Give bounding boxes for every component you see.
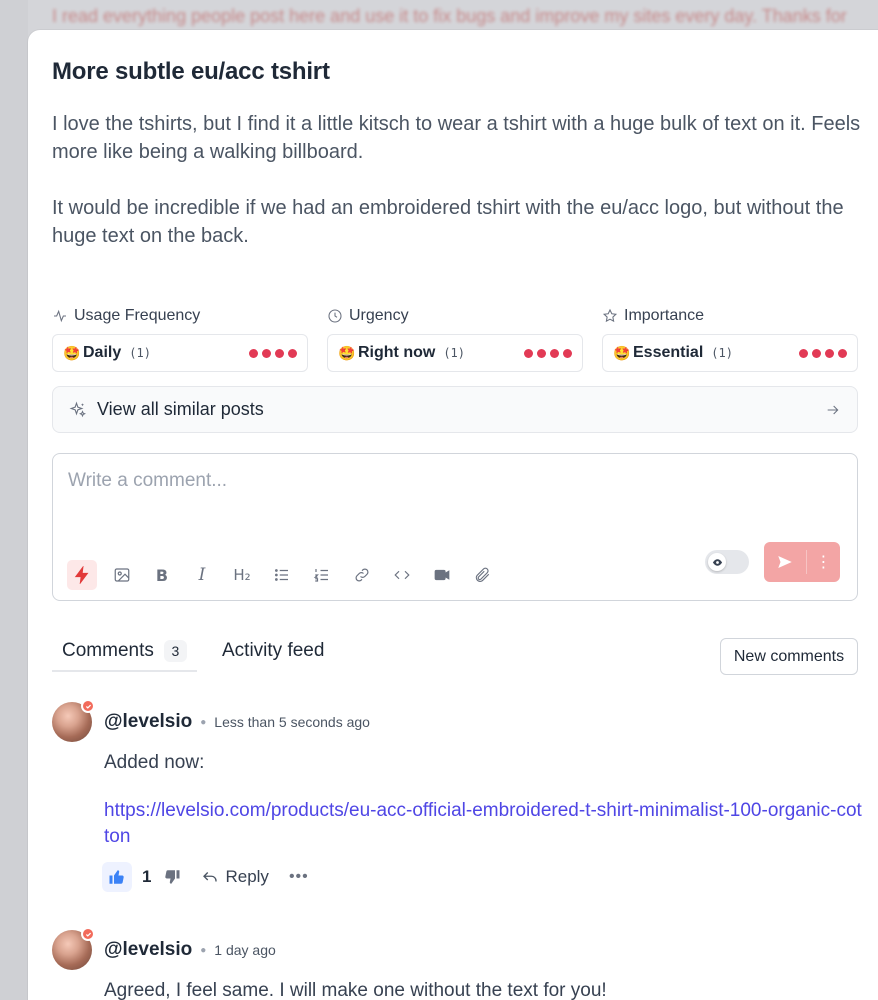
more-vertical-icon[interactable]: ⋮ <box>806 550 840 574</box>
rating-dots <box>799 348 847 358</box>
more-options-icon[interactable]: ••• <box>289 868 309 886</box>
usage-frequency-selector[interactable]: 🤩 Daily (1) <box>52 334 308 372</box>
star-icon <box>602 308 618 323</box>
metric-value: Daily <box>83 344 122 361</box>
image-icon[interactable] <box>107 560 137 590</box>
metric-label: Urgency <box>349 307 409 324</box>
link-icon[interactable] <box>347 560 377 590</box>
post-paragraph: It would be incredible if we had an embr… <box>52 197 844 247</box>
clock-icon <box>328 309 342 323</box>
metric-count: (1) <box>443 346 465 360</box>
importance-metric: Importance 🤩 Essential (1) <box>602 306 858 372</box>
italic-icon[interactable]: I <box>187 560 217 590</box>
urgency-metric: Urgency 🤩 Right now (1) <box>327 306 583 372</box>
comment-actions: 1 Reply ••• <box>102 862 309 892</box>
urgency-selector[interactable]: 🤩 Right now (1) <box>327 334 583 372</box>
comment-input[interactable] <box>68 466 828 496</box>
tab-label: Activity feed <box>222 640 325 661</box>
sparkles-icon <box>69 401 86 417</box>
comment-header: @levelsio ● Less than 5 seconds ago <box>104 711 370 733</box>
thumbs-down-icon[interactable] <box>161 862 183 892</box>
star-struck-emoji: 🤩 <box>63 344 81 361</box>
visibility-toggle[interactable] <box>705 550 749 574</box>
comment-count-badge: 3 <box>163 640 187 662</box>
comment-author[interactable]: @levelsio <box>104 939 192 961</box>
comment-text: Added now: <box>104 752 205 773</box>
comment-tabs: Comments 3 Activity feed <box>52 634 324 672</box>
reply-button[interactable]: Reply <box>201 867 269 887</box>
comment-author[interactable]: @levelsio <box>104 711 192 733</box>
tab-label: Comments <box>62 640 154 661</box>
heading2-icon[interactable]: H₂ <box>227 560 257 590</box>
reply-icon <box>203 872 218 882</box>
send-comment-button[interactable]: ⋮ <box>764 542 840 582</box>
bullet-list-icon[interactable] <box>267 560 297 590</box>
avatar[interactable] <box>52 927 95 970</box>
tab-activity-feed[interactable]: Activity feed <box>222 634 324 672</box>
verified-icon <box>81 699 95 713</box>
post-body: I love the tshirts, but I find it a litt… <box>52 110 862 278</box>
attachment-icon[interactable] <box>467 560 497 590</box>
video-icon[interactable] <box>427 560 457 590</box>
comment-body: Added now: https://levelsio.com/products… <box>104 750 864 850</box>
metric-value: Right now <box>358 344 436 361</box>
eye-icon <box>708 553 726 571</box>
backdrop-sidebar <box>0 0 28 1000</box>
metric-label: Usage Frequency <box>74 307 201 324</box>
usage-frequency-metric: Usage Frequency 🤩 Daily (1) <box>52 306 308 372</box>
activity-icon <box>54 309 66 323</box>
rating-dots <box>524 348 572 358</box>
similar-posts-label: View all similar posts <box>97 399 264 419</box>
importance-selector[interactable]: 🤩 Essential (1) <box>602 334 858 372</box>
comment-body: Agreed, I feel same. I will make one wit… <box>104 978 864 1000</box>
reply-label: Reply <box>225 867 269 886</box>
bolt-icon[interactable] <box>67 560 97 590</box>
metric-count: (1) <box>711 346 733 360</box>
product-link[interactable]: https://levelsio.com/products/eu-acc-off… <box>104 798 864 850</box>
new-comments-button[interactable]: New comments <box>720 638 858 675</box>
formatting-toolbar: B I H₂ <box>67 560 507 590</box>
thumbs-up-icon[interactable] <box>102 862 132 892</box>
metric-label: Importance <box>624 307 705 324</box>
bold-icon[interactable]: B <box>147 560 177 590</box>
send-icon[interactable] <box>764 553 806 571</box>
comment-text: Agreed, I feel same. I will make one wit… <box>104 980 607 1000</box>
star-struck-emoji: 🤩 <box>338 344 356 361</box>
verified-icon <box>81 927 95 941</box>
star-struck-emoji: 🤩 <box>613 344 631 361</box>
avatar[interactable] <box>52 699 95 742</box>
numbered-list-icon[interactable] <box>307 560 337 590</box>
comment-timestamp: 1 day ago <box>214 942 276 958</box>
code-icon[interactable] <box>387 560 417 590</box>
comment-composer: B I H₂ ⋮ <box>52 453 858 601</box>
view-similar-posts-button[interactable]: View all similar posts <box>52 386 858 433</box>
backdrop-text: I read everything people post here and u… <box>52 6 847 26</box>
like-count: 1 <box>142 867 152 886</box>
metric-value: Essential <box>633 344 704 361</box>
post-title: More subtle eu/acc tshirt <box>52 58 330 85</box>
rating-dots <box>249 348 297 358</box>
metric-count: (1) <box>129 346 151 360</box>
separator-dot: ● <box>200 717 207 728</box>
post-paragraph: I love the tshirts, but I find it a litt… <box>52 113 861 163</box>
comment-header: @levelsio ● 1 day ago <box>104 939 276 961</box>
separator-dot: ● <box>200 945 207 956</box>
comment-timestamp: Less than 5 seconds ago <box>214 714 370 730</box>
tab-comments[interactable]: Comments 3 <box>52 634 197 672</box>
arrow-right-icon <box>827 405 839 414</box>
